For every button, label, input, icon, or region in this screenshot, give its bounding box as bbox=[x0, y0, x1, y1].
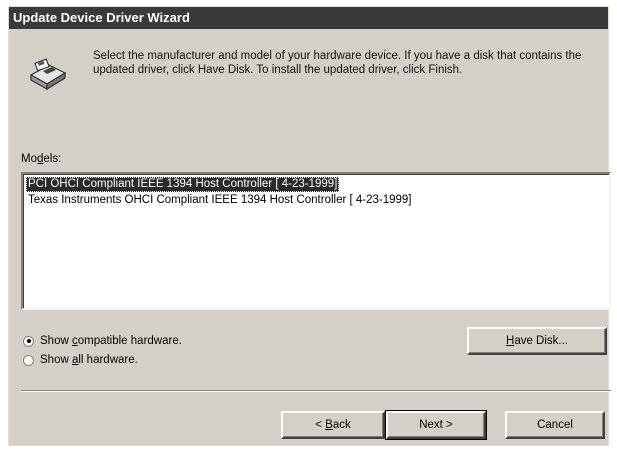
title-bar: Update Device Driver Wizard bbox=[9, 7, 608, 29]
radio-unchecked-icon[interactable] bbox=[23, 354, 34, 366]
install-disk-icon bbox=[27, 57, 69, 93]
show-compatible-label: Show compatible hardware. bbox=[40, 335, 182, 347]
radio-checked-icon[interactable] bbox=[23, 335, 34, 347]
model-item-pci-ohci[interactable]: PCI OHCI Compliant IEEE 1394 Host Contro… bbox=[26, 177, 340, 192]
cancel-button[interactable]: Cancel bbox=[505, 411, 605, 439]
separator bbox=[21, 390, 611, 392]
have-disk-button[interactable]: Have Disk... bbox=[467, 327, 607, 355]
show-compatible-radio[interactable]: Show compatible hardware. bbox=[23, 333, 182, 349]
models-label: Models: bbox=[21, 153, 62, 165]
model-item-texas-instruments[interactable]: Texas Instruments OHCI Compliant IEEE 13… bbox=[26, 193, 414, 208]
models-listbox[interactable]: PCI OHCI Compliant IEEE 1394 Host Contro… bbox=[21, 172, 611, 310]
window-title: Update Device Driver Wizard bbox=[13, 10, 190, 25]
show-all-label: Show all hardware. bbox=[40, 354, 138, 366]
show-all-radio[interactable]: Show all hardware. bbox=[23, 352, 138, 368]
wizard-window: Update Device Driver Wizard Select the m… bbox=[8, 6, 611, 446]
instructions-text: Select the manufacturer and model of you… bbox=[93, 50, 582, 76]
back-button[interactable]: < Back bbox=[281, 411, 385, 439]
next-button[interactable]: Next > bbox=[385, 410, 487, 440]
